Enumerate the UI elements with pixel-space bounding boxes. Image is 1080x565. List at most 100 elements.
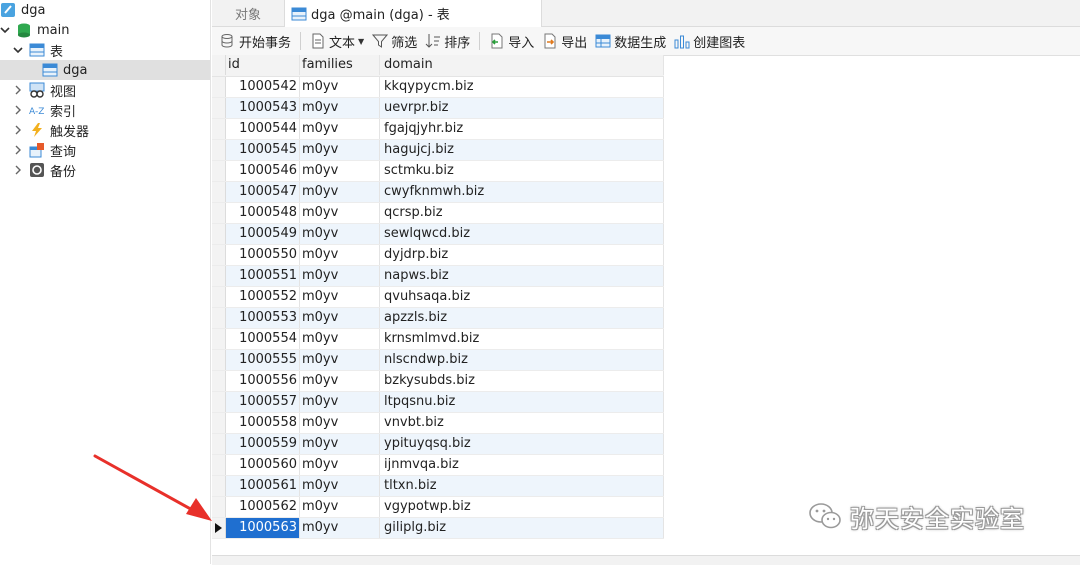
- chevron-right-icon[interactable]: [13, 105, 23, 115]
- tree-item-tables[interactable]: 表: [13, 40, 63, 60]
- column-header-families[interactable]: families: [300, 55, 380, 75]
- cell-id[interactable]: 1000557: [226, 392, 300, 412]
- column-header-domain[interactable]: domain: [380, 55, 664, 75]
- cell-families[interactable]: m0yv: [300, 245, 380, 265]
- row-marker[interactable]: [212, 182, 226, 202]
- cell-id[interactable]: 1000552: [226, 287, 300, 307]
- cell-families[interactable]: m0yv: [300, 308, 380, 328]
- cell-domain[interactable]: bzkysubds.biz: [380, 371, 664, 391]
- cell-domain[interactable]: dyjdrp.biz: [380, 245, 664, 265]
- cell-families[interactable]: m0yv: [300, 182, 380, 202]
- cell-id[interactable]: 1000546: [226, 161, 300, 181]
- cell-families[interactable]: m0yv: [300, 77, 380, 97]
- tree-item-database-main[interactable]: main: [0, 20, 69, 40]
- chevron-right-icon[interactable]: [13, 125, 23, 135]
- row-marker[interactable]: [212, 518, 226, 538]
- cell-domain[interactable]: uevrpr.biz: [380, 98, 664, 118]
- cell-families[interactable]: m0yv: [300, 98, 380, 118]
- row-marker[interactable]: [212, 140, 226, 160]
- data-generation-button[interactable]: 数据生成: [591, 29, 670, 53]
- table-row[interactable]: 1000551 m0yv napws.biz: [212, 266, 664, 287]
- cell-families[interactable]: m0yv: [300, 434, 380, 454]
- chevron-right-icon[interactable]: [13, 145, 23, 155]
- export-button[interactable]: 导出: [538, 29, 591, 53]
- table-row[interactable]: 1000563 m0yv giliplg.biz: [212, 518, 664, 539]
- cell-id[interactable]: 1000562: [226, 497, 300, 517]
- tree-item-views[interactable]: 视图: [13, 80, 76, 100]
- cell-id[interactable]: 1000560: [226, 455, 300, 475]
- create-chart-button[interactable]: 创建图表: [670, 29, 749, 53]
- row-marker[interactable]: [212, 161, 226, 181]
- cell-id[interactable]: 1000544: [226, 119, 300, 139]
- row-marker[interactable]: [212, 287, 226, 307]
- chevron-down-icon[interactable]: [13, 45, 23, 55]
- row-marker[interactable]: [212, 245, 226, 265]
- cell-id[interactable]: 1000549: [226, 224, 300, 244]
- row-marker[interactable]: [212, 77, 226, 97]
- row-marker[interactable]: [212, 119, 226, 139]
- cell-domain[interactable]: apzzls.biz: [380, 308, 664, 328]
- import-button[interactable]: 导入: [485, 29, 538, 53]
- cell-domain[interactable]: vgypotwp.biz: [380, 497, 664, 517]
- tree-item-indexes[interactable]: A-Z 索引: [13, 100, 76, 120]
- row-marker[interactable]: [212, 413, 226, 433]
- cell-domain[interactable]: kkqypycm.biz: [380, 77, 664, 97]
- tree-item-connection-dga[interactable]: dga: [0, 0, 45, 20]
- table-row[interactable]: 1000560 m0yv ijnmvqa.biz: [212, 455, 664, 476]
- cell-id[interactable]: 1000563: [226, 518, 300, 538]
- row-marker[interactable]: [212, 308, 226, 328]
- cell-domain[interactable]: ypituyqsq.biz: [380, 434, 664, 454]
- table-row[interactable]: 1000549 m0yv sewlqwcd.biz: [212, 224, 664, 245]
- begin-transaction-button[interactable]: 开始事务: [216, 29, 295, 53]
- filter-button[interactable]: 筛选: [368, 29, 421, 53]
- cell-families[interactable]: m0yv: [300, 329, 380, 349]
- row-marker[interactable]: [212, 350, 226, 370]
- cell-id[interactable]: 1000545: [226, 140, 300, 160]
- cell-domain[interactable]: ltpqsnu.biz: [380, 392, 664, 412]
- table-row[interactable]: 1000562 m0yv vgypotwp.biz: [212, 497, 664, 518]
- cell-families[interactable]: m0yv: [300, 455, 380, 475]
- cell-domain[interactable]: vnvbt.biz: [380, 413, 664, 433]
- table-row[interactable]: 1000547 m0yv cwyfknmwh.biz: [212, 182, 664, 203]
- row-marker[interactable]: [212, 224, 226, 244]
- table-row[interactable]: 1000553 m0yv apzzls.biz: [212, 308, 664, 329]
- cell-families[interactable]: m0yv: [300, 119, 380, 139]
- cell-domain[interactable]: hagujcj.biz: [380, 140, 664, 160]
- table-row[interactable]: 1000544 m0yv fgajqjyhr.biz: [212, 119, 664, 140]
- cell-id[interactable]: 1000554: [226, 329, 300, 349]
- cell-id[interactable]: 1000555: [226, 350, 300, 370]
- table-row[interactable]: 1000545 m0yv hagujcj.biz: [212, 140, 664, 161]
- cell-families[interactable]: m0yv: [300, 497, 380, 517]
- cell-families[interactable]: m0yv: [300, 392, 380, 412]
- chevron-down-icon[interactable]: [0, 25, 10, 35]
- cell-domain[interactable]: krnsmlmvd.biz: [380, 329, 664, 349]
- row-marker[interactable]: [212, 329, 226, 349]
- cell-families[interactable]: m0yv: [300, 518, 380, 538]
- table-row[interactable]: 1000555 m0yv nlscndwp.biz: [212, 350, 664, 371]
- table-row[interactable]: 1000546 m0yv sctmku.biz: [212, 161, 664, 182]
- sort-button[interactable]: 排序: [421, 29, 474, 53]
- row-marker[interactable]: [212, 497, 226, 517]
- cell-families[interactable]: m0yv: [300, 287, 380, 307]
- cell-id[interactable]: 1000547: [226, 182, 300, 202]
- tree-item-backups[interactable]: 备份: [13, 160, 76, 180]
- row-marker[interactable]: [212, 476, 226, 496]
- cell-families[interactable]: m0yv: [300, 350, 380, 370]
- cell-domain[interactable]: napws.biz: [380, 266, 664, 286]
- tab-objects[interactable]: 对象: [212, 0, 284, 26]
- chevron-right-icon[interactable]: [13, 85, 23, 95]
- table-row[interactable]: 1000561 m0yv tltxn.biz: [212, 476, 664, 497]
- cell-families[interactable]: m0yv: [300, 266, 380, 286]
- cell-id[interactable]: 1000543: [226, 98, 300, 118]
- row-marker[interactable]: [212, 371, 226, 391]
- row-marker[interactable]: [212, 203, 226, 223]
- cell-domain[interactable]: qcrsp.biz: [380, 203, 664, 223]
- table-row[interactable]: 1000558 m0yv vnvbt.biz: [212, 413, 664, 434]
- chevron-right-icon[interactable]: [13, 165, 23, 175]
- cell-domain[interactable]: giliplg.biz: [380, 518, 664, 538]
- cell-families[interactable]: m0yv: [300, 140, 380, 160]
- table-row[interactable]: 1000542 m0yv kkqypycm.biz: [212, 77, 664, 98]
- tree-item-triggers[interactable]: 触发器: [13, 120, 89, 140]
- tree-item-table-dga[interactable]: dga: [0, 60, 210, 80]
- cell-families[interactable]: m0yv: [300, 476, 380, 496]
